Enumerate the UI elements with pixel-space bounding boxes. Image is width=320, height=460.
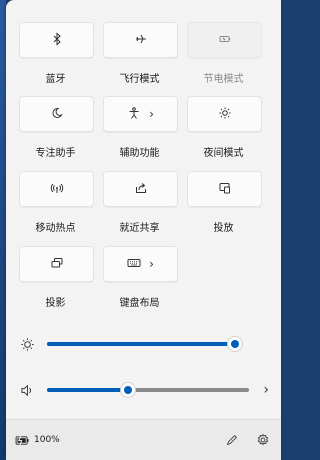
hotspot-icon <box>50 180 64 199</box>
project-icon <box>50 255 64 274</box>
tile-button[interactable] <box>187 96 262 132</box>
speaker-icon[interactable] <box>19 382 35 398</box>
tile-project[interactable]: 投影 <box>19 246 94 309</box>
tile-button[interactable]: › <box>103 96 178 132</box>
tile-nearby-share[interactable]: 就近共享 <box>103 171 178 234</box>
brightness-icon <box>218 105 232 124</box>
tile-cast[interactable]: 投放 <box>187 171 262 234</box>
tile-battery-saver[interactable]: 节电模式 <box>187 22 262 85</box>
moon-icon <box>50 105 64 124</box>
chevron-right-icon: › <box>149 107 154 121</box>
tile-button[interactable] <box>19 96 94 132</box>
tile-button[interactable] <box>187 171 262 207</box>
tile-label: 专注助手 <box>35 148 76 159</box>
pencil-icon[interactable] <box>224 432 240 448</box>
tile-label: 飞行模式 <box>119 74 160 85</box>
quick-settings-footer: 100% <box>6 419 281 460</box>
battery-saver-icon <box>218 31 232 50</box>
airplane-icon <box>134 31 148 50</box>
tile-label: 夜间模式 <box>203 148 244 159</box>
tile-airplane-mode[interactable]: 飞行模式 <box>103 22 178 85</box>
tile-accessibility[interactable]: › 辅助功能 <box>103 96 178 159</box>
share-icon <box>134 180 148 199</box>
tile-label: 移动热点 <box>35 223 76 234</box>
tile-label: 辅助功能 <box>119 148 160 159</box>
battery-percentage: 100% <box>34 435 60 445</box>
tile-focus-assist[interactable]: 专注助手 <box>19 96 94 159</box>
volume-slider[interactable] <box>47 382 249 398</box>
keyboard-icon <box>127 255 141 274</box>
accessibility-icon <box>127 105 141 124</box>
tile-button[interactable] <box>19 171 94 207</box>
cast-icon <box>218 180 232 199</box>
tile-label: 投放 <box>213 223 234 234</box>
brightness-fill <box>47 342 235 346</box>
brightness-thumb[interactable] <box>227 336 243 352</box>
tile-label: 键盘布局 <box>119 298 160 309</box>
tile-button[interactable] <box>103 22 178 58</box>
volume-fill <box>47 388 128 392</box>
tile-label: 蓝牙 <box>45 74 66 85</box>
battery-status[interactable]: 100% <box>15 431 60 450</box>
brightness-slider-row <box>19 334 269 354</box>
tile-label: 就近共享 <box>119 223 160 234</box>
tile-mobile-hotspot[interactable]: 移动热点 <box>19 171 94 234</box>
gear-icon[interactable] <box>255 432 271 448</box>
bluetooth-icon <box>50 31 64 50</box>
tile-button[interactable]: › <box>103 246 178 282</box>
volume-thumb[interactable] <box>120 382 136 398</box>
tile-keyboard-layout[interactable]: › 键盘布局 <box>103 246 178 309</box>
battery-charging-icon <box>15 431 30 450</box>
tile-label: 节电模式 <box>203 74 244 85</box>
quick-settings-panel: 蓝牙 飞行模式 节电模式 专注助手 › 辅助功能 夜间模式 移动热点 就近共享 … <box>6 0 281 460</box>
tile-night-light[interactable]: 夜间模式 <box>187 96 262 159</box>
brightness-slider[interactable] <box>47 336 243 352</box>
audio-output-chevron-icon[interactable]: › <box>263 382 269 398</box>
sun-icon <box>19 336 35 352</box>
tile-button[interactable] <box>103 171 178 207</box>
chevron-right-icon: › <box>149 257 154 271</box>
tile-button[interactable] <box>19 22 94 58</box>
tile-button[interactable] <box>187 22 262 58</box>
tile-button[interactable] <box>19 246 94 282</box>
tile-bluetooth[interactable]: 蓝牙 <box>19 22 94 85</box>
volume-slider-row: › <box>19 380 269 400</box>
tile-label: 投影 <box>45 298 66 309</box>
